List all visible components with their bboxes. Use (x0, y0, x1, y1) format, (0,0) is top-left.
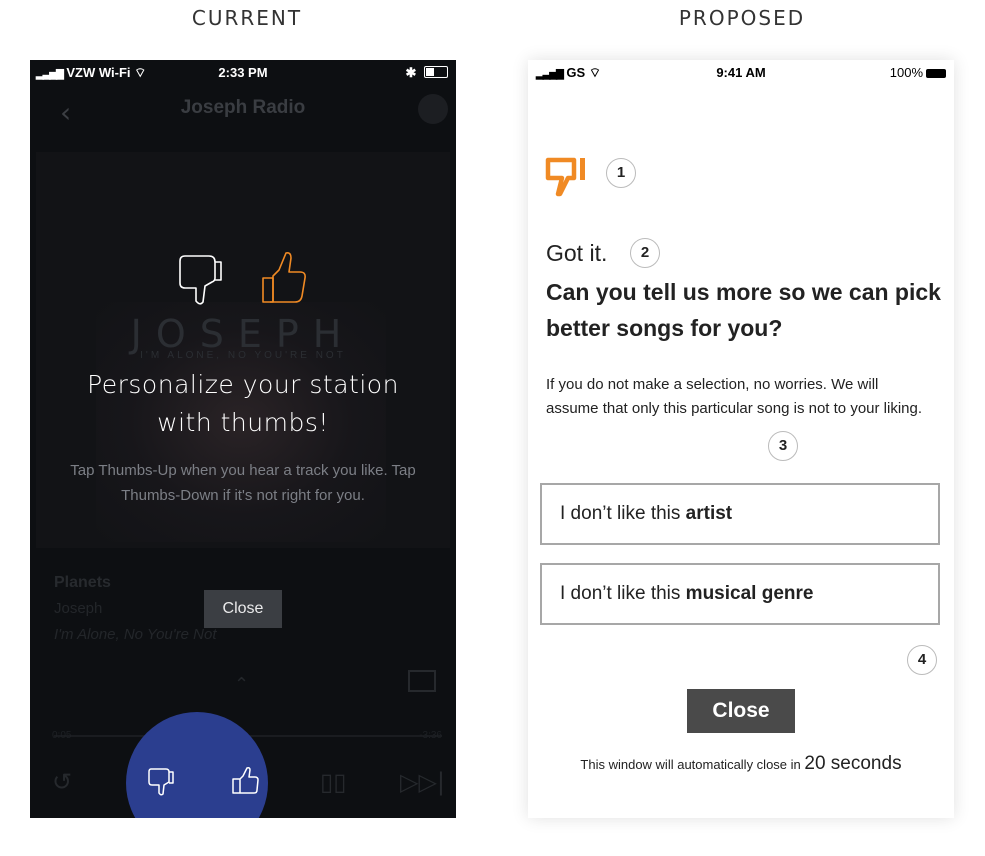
current-label: CURRENT (191, 6, 303, 30)
status-bar: ▂▃▅▇ GS ⌔ 9:41 AM 100% (528, 60, 954, 86)
bluetooth-icon: ✱ (405, 65, 417, 80)
thumbs-down-icon[interactable] (144, 764, 178, 798)
album-subtitle-text: I'M ALONE, NO YOU'RE NOT (140, 350, 346, 361)
overlay-title: Personalize your station with thumbs! (87, 370, 399, 437)
dislike-artist-button[interactable]: I don’t like this artist (540, 483, 940, 545)
thumbs-illustration (175, 248, 315, 313)
callout-1: 1 (606, 158, 636, 188)
current-phone: ▂▃▅▇ VZW Wi-Fi ⌔ 2:33 PM ✱ ‹ Joseph Radi… (30, 60, 456, 818)
thumbs-up-icon[interactable] (228, 764, 262, 798)
description: If you do not make a selection, no worri… (546, 376, 923, 417)
thumbs-down-icon (545, 157, 585, 197)
proposed-label: PROPOSED (678, 6, 806, 30)
thumb-indicator-icon[interactable] (418, 94, 448, 124)
time-remaining: -3:36 (419, 730, 442, 741)
close-button[interactable]: Close (204, 590, 282, 628)
track-artist: Joseph (54, 600, 103, 617)
status-time: 2:33 PM (218, 65, 268, 80)
close-button[interactable]: Close (687, 689, 795, 733)
auto-close-countdown: 20 seconds (804, 753, 902, 774)
time-elapsed: 0:05 (52, 730, 72, 741)
overlay-body: Tap Thumbs-Up when you hear a track you … (70, 462, 416, 504)
track-album: I'm Alone, No You're Not (54, 626, 217, 643)
callout-3: 3 (768, 431, 798, 461)
status-battery: 100% (890, 65, 946, 80)
callout-4: 4 (907, 645, 937, 675)
chevron-up-icon[interactable]: ⌃ (234, 674, 249, 695)
replay-icon[interactable]: ↺ (52, 768, 72, 796)
battery-icon (424, 66, 448, 78)
proposed-phone: ▂▃▅▇ GS ⌔ 9:41 AM 100% 1 Got it. 2 Can y… (528, 60, 954, 818)
skip-icon[interactable]: ▷▷| (400, 768, 445, 796)
status-bar: ▂▃▅▇ VZW Wi-Fi ⌔ 2:33 PM ✱ (30, 60, 456, 86)
airplay-icon[interactable] (408, 670, 436, 692)
headline: Can you tell us more so we can pick bett… (546, 279, 941, 341)
status-right: ✱ (405, 65, 448, 81)
pause-icon[interactable]: ▯▯ (320, 768, 346, 796)
callout-2: 2 (630, 238, 660, 268)
battery-icon (926, 69, 946, 78)
auto-close-notice: This window will automatically close in … (580, 753, 902, 774)
nav-title: Joseph Radio (180, 97, 306, 118)
track-title: Planets (54, 574, 111, 591)
thumbs-down-outline-icon (179, 255, 222, 305)
nav-bar: ‹ Joseph Radio (30, 88, 456, 132)
dislike-genre-button[interactable]: I don’t like this musical genre (540, 563, 940, 625)
thumbs-up-outline-icon (262, 252, 306, 303)
got-it-text: Got it. (546, 240, 608, 266)
